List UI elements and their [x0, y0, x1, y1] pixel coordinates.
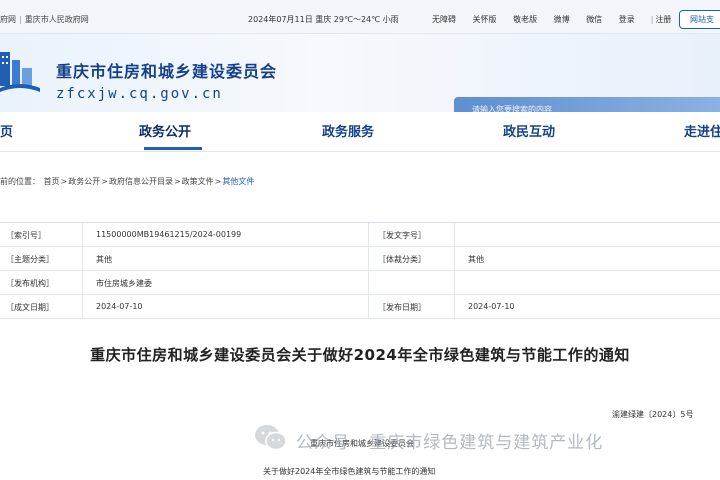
created-date-label: ［成文日期］: [6, 303, 54, 312]
doc-no-label: ［发文字号］: [378, 231, 426, 240]
site-header: 重庆市住房和城乡建设委员会 zfcxjw.cq.gov.cn: [0, 34, 720, 125]
genre-label: ［体裁分类］: [378, 255, 426, 264]
utility-links: 无障碍 关怀版 敬老版 微博 微信 登录 | 注册: [432, 15, 672, 24]
document-number: 渝建绿建〔2024〕5号: [612, 410, 694, 419]
main-nav: 页 政务公开 政务服务 政民互动 走进住: [0, 112, 720, 152]
site-domain: zfcxjw.cq.gov.cn: [56, 86, 223, 102]
care-mode-link[interactable]: 关怀版: [473, 15, 497, 24]
site-button[interactable]: 网站支: [679, 10, 720, 29]
nav-gov-affairs-open[interactable]: 政务公开: [139, 121, 191, 140]
published-date-value: 2024-07-10: [468, 302, 515, 311]
published-date-label: ［发布日期］: [378, 303, 426, 312]
genre-value: 其他: [468, 255, 484, 264]
breadcrumb-prefix: 前的位置：: [0, 177, 40, 186]
breadcrumb-current[interactable]: 其他文件: [222, 177, 254, 186]
issuer-label: ［发布机构］: [6, 279, 54, 288]
login-link[interactable]: 登录: [619, 15, 635, 24]
date-weather: 2024年07月11日 重庆 29℃～24℃ 小雨: [248, 15, 399, 24]
info-row: ［主题分类］ 其他 ［体裁分类］ 其他: [0, 247, 720, 271]
breadcrumb-policy[interactable]: 政策文件: [182, 177, 214, 186]
breadcrumb-catalog[interactable]: 政府信息公开目录: [109, 177, 173, 186]
active-tab-indicator: [144, 147, 202, 150]
gov-link-partial[interactable]: 府网: [0, 15, 16, 24]
breadcrumb-band: [0, 152, 720, 222]
site-title[interactable]: 重庆市住房和城乡建设委员会: [56, 58, 277, 82]
accessibility-link[interactable]: 无障碍: [432, 15, 456, 24]
nav-gov-services[interactable]: 政务服务: [322, 121, 374, 140]
doc-info-table: ［索引号］ 11500000MB19461215/2024-00199 ［发文字…: [0, 222, 720, 319]
nav-about[interactable]: 走进住: [684, 121, 720, 140]
weibo-link[interactable]: 微博: [554, 15, 570, 24]
elderly-mode-link[interactable]: 敬老版: [513, 15, 537, 24]
info-row: ［发布机构］ 市住房城乡建委: [0, 271, 720, 295]
nav-home[interactable]: 页: [0, 121, 13, 140]
building-emblem-icon: [0, 52, 40, 92]
info-row: ［索引号］ 11500000MB19461215/2024-00199 ［发文字…: [0, 223, 720, 247]
utility-bar: 府网 | 重庆市人民政府网 2024年07月11日 重庆 29℃～24℃ 小雨 无障…: [0, 0, 720, 34]
cq-gov-link[interactable]: 重庆市人民政府网: [25, 15, 89, 24]
wechat-link[interactable]: 微信: [586, 15, 602, 24]
info-row: ［成文日期］ 2024-07-10 ［发布日期］ 2024-07-10: [0, 295, 720, 319]
topic-label: ［主题分类］: [6, 255, 54, 264]
document-subject: 关于做好2024年全市绿色建筑与节能工作的通知: [263, 467, 436, 476]
breadcrumb: 前的位置： 首页>政务公开>政府信息公开目录>政策文件>其他文件: [0, 177, 255, 186]
index-no-label: ［索引号］: [6, 231, 46, 240]
breadcrumb-home[interactable]: 首页: [44, 177, 60, 186]
gov-links: 府网 | 重庆市人民政府网: [0, 15, 89, 24]
issuer-value: 市住房城乡建委: [96, 279, 152, 288]
created-date-value: 2024-07-10: [96, 302, 143, 311]
breadcrumb-gov-open[interactable]: 政务公开: [68, 177, 100, 186]
document-title: 重庆市住房和城乡建设委员会关于做好2024年全市绿色建筑与节能工作的通知: [90, 346, 630, 364]
register-link[interactable]: 注册: [655, 15, 671, 24]
nav-public-interaction[interactable]: 政民互动: [503, 121, 555, 140]
watermark-text: 公众号 · 重庆市绿色建筑与建筑产业化: [296, 433, 604, 453]
wechat-icon: [255, 425, 287, 451]
topic-value: 其他: [96, 255, 112, 264]
index-no-value: 11500000MB19461215/2024-00199: [96, 230, 242, 239]
